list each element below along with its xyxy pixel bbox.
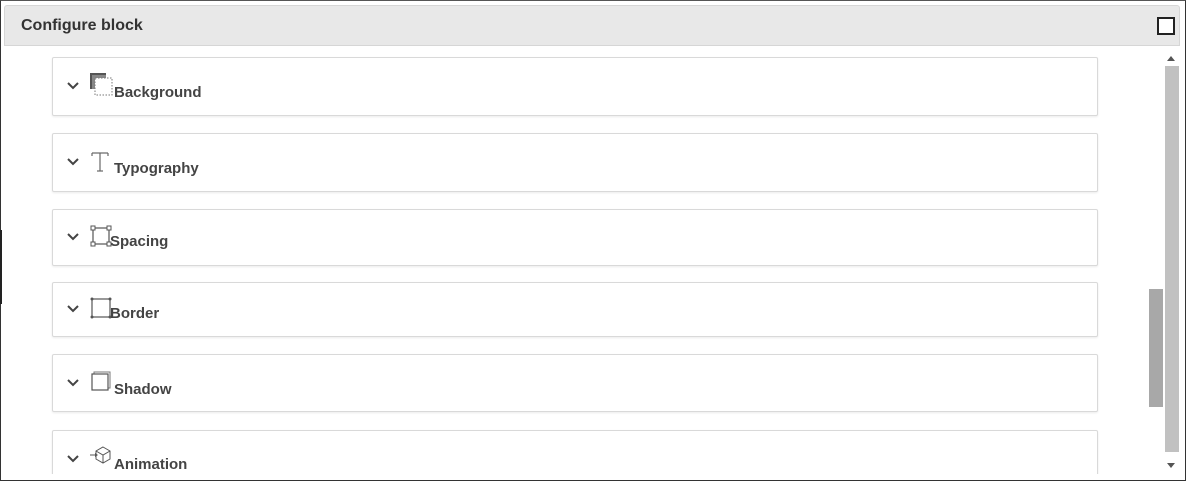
chevron-down-icon[interactable] <box>65 78 81 94</box>
chevron-down-icon[interactable] <box>65 451 81 467</box>
maximize-button[interactable] <box>1157 17 1175 35</box>
scroll-down-icon[interactable] <box>1167 463 1175 468</box>
section-background[interactable]: Background <box>52 57 1098 116</box>
section-shadow[interactable]: Shadow <box>52 354 1098 412</box>
inner-scrollbar-thumb[interactable] <box>1149 289 1163 407</box>
shadow-icon <box>91 371 111 391</box>
section-label: Border <box>110 305 160 322</box>
section-border[interactable]: Border <box>52 282 1098 337</box>
chevron-down-icon[interactable] <box>65 301 81 317</box>
section-animation[interactable]: Animation <box>52 430 1098 474</box>
section-typography[interactable]: Typography <box>52 133 1098 192</box>
background-icon <box>90 73 113 96</box>
section-label: Typography <box>114 160 199 177</box>
chevron-down-icon[interactable] <box>65 154 81 170</box>
chevron-down-icon[interactable] <box>65 375 81 391</box>
section-spacing[interactable]: Spacing <box>52 209 1098 266</box>
section-label: Background <box>114 84 202 101</box>
section-label: Shadow <box>114 381 172 398</box>
scroll-up-icon[interactable] <box>1167 56 1175 61</box>
animation-icon <box>90 446 111 464</box>
typography-icon <box>91 152 109 172</box>
chevron-down-icon[interactable] <box>65 229 81 245</box>
dialog-body: Background Typography Spacing Border Sha… <box>1 46 1183 474</box>
dialog-titlebar[interactable]: Configure block <box>4 5 1180 46</box>
section-label: Animation <box>114 456 188 473</box>
scrollbar[interactable] <box>1163 48 1181 474</box>
scrollbar-thumb[interactable] <box>1165 66 1179 452</box>
section-label: Spacing <box>110 233 169 250</box>
dialog-title: Configure block <box>21 17 143 34</box>
